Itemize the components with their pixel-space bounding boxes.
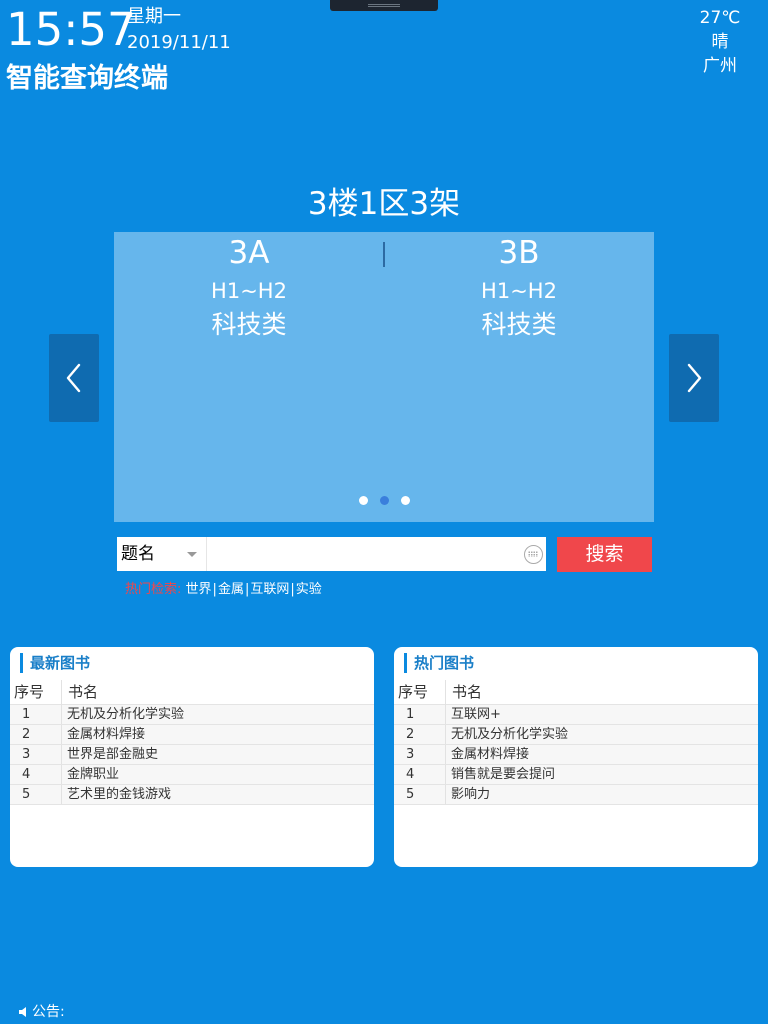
- date: 2019/11/11: [127, 32, 231, 53]
- column-header-name: 书名: [68, 683, 99, 701]
- search-input[interactable]: [206, 537, 546, 571]
- row-book-name: 艺术里的金钱游戏: [61, 784, 374, 805]
- row-book-name: 销售就是要会提问: [445, 764, 758, 785]
- weather-city: 广州: [703, 56, 737, 76]
- shelf-category: 科技类: [211, 310, 287, 339]
- carousel-pagination: [114, 496, 654, 505]
- shelf-code: 3B: [498, 235, 540, 271]
- weather-widget: 27℃ 晴 广州: [690, 6, 750, 78]
- row-book-name: 金属材料焊接: [61, 724, 374, 745]
- table-row[interactable]: 3 世界是部金融史: [10, 744, 374, 765]
- table-row[interactable]: 5 艺术里的金钱游戏: [10, 784, 374, 805]
- shelf-code: 3A: [228, 235, 270, 271]
- chevron-left-icon: [66, 363, 81, 393]
- row-book-name: 无机及分析化学实验: [445, 724, 758, 745]
- hot-search-label: 热门检索:: [125, 582, 182, 597]
- hot-search-term[interactable]: 实验: [296, 582, 322, 597]
- hot-search-separator: |: [290, 582, 295, 597]
- hot-search-term[interactable]: 世界: [186, 582, 212, 597]
- row-book-name: 无机及分析化学实验: [61, 704, 374, 725]
- hot-books-table: 序号 书名 1 互联网+ 2 无机及分析化学实验 3 金属材料焊接 4 销售就是…: [394, 680, 758, 805]
- column-header-no: 序号: [394, 680, 446, 705]
- app-title: 智能查询终端: [6, 63, 168, 94]
- search-type-value: 题名: [121, 544, 155, 564]
- caret-down-icon: [187, 552, 197, 557]
- hot-books-panel: 热门图书 序号 书名 1 互联网+ 2 无机及分析化学实验 3 金属材料焊接 4…: [394, 647, 758, 867]
- row-no: 5: [10, 784, 62, 805]
- row-no: 4: [10, 764, 62, 785]
- row-book-name: 世界是部金融史: [61, 744, 374, 765]
- row-no: 2: [394, 724, 446, 745]
- hot-search-term[interactable]: 互联网: [250, 582, 289, 597]
- row-no: 5: [394, 784, 446, 805]
- weather-condition: 晴: [711, 32, 729, 52]
- notice-label: 公告:: [32, 1004, 65, 1020]
- table-row[interactable]: 1 无机及分析化学实验: [10, 704, 374, 725]
- top-handle: [330, 0, 438, 11]
- panel-title: 最新图书: [20, 653, 90, 673]
- carousel-dot[interactable]: [358, 496, 368, 505]
- carousel-prev-button[interactable]: [49, 334, 99, 422]
- row-no: 2: [10, 724, 62, 745]
- shelf-carousel[interactable]: 3A H1~H2 科技类 3B H1~H2 科技类: [114, 232, 654, 522]
- table-row[interactable]: 5 影响力: [394, 784, 758, 805]
- search-button[interactable]: 搜索: [557, 537, 652, 572]
- table-row[interactable]: 3 金属材料焊接: [394, 744, 758, 765]
- shelf-card-3a: 3A H1~H2 科技类: [114, 232, 384, 342]
- row-no: 1: [394, 704, 446, 725]
- carousel-dot[interactable]: [400, 496, 410, 505]
- speaker-icon: [19, 1007, 26, 1017]
- table-header-row: 序号 书名: [394, 680, 758, 705]
- table-row[interactable]: 2 金属材料焊接: [10, 724, 374, 745]
- row-book-name: 金属材料焊接: [445, 744, 758, 765]
- shelf-range: H1~H2: [481, 279, 557, 303]
- row-book-name: 金牌职业: [61, 764, 374, 785]
- latest-books-table: 序号 书名 1 无机及分析化学实验 2 金属材料焊接 3 世界是部金融史 4 金…: [10, 680, 374, 805]
- carousel-next-button[interactable]: [669, 334, 719, 422]
- weekday: 星期一: [127, 6, 181, 27]
- hot-search-term[interactable]: 金属: [218, 582, 244, 597]
- keyboard-icon[interactable]: [524, 545, 543, 564]
- search-type-select[interactable]: 题名: [117, 537, 206, 571]
- shelf-category: 科技类: [481, 310, 557, 339]
- hot-search-separator: |: [212, 582, 217, 597]
- latest-books-panel: 最新图书 序号 书名 1 无机及分析化学实验 2 金属材料焊接 3 世界是部金融…: [10, 647, 374, 867]
- table-row[interactable]: 2 无机及分析化学实验: [394, 724, 758, 745]
- chevron-right-icon: [687, 363, 702, 393]
- hot-search: 热门检索: 世界|金属|互联网|实验: [125, 581, 322, 599]
- hot-search-separator: |: [244, 582, 250, 597]
- panel-title: 热门图书: [404, 653, 474, 673]
- row-no: 1: [10, 704, 62, 725]
- table-row[interactable]: 1 互联网+: [394, 704, 758, 725]
- weather-temperature: 27℃: [699, 8, 741, 28]
- row-book-name: 影响力: [445, 784, 758, 805]
- row-no: 4: [394, 764, 446, 785]
- shelf-card-3b: 3B H1~H2 科技类: [384, 232, 654, 342]
- carousel-dot-active[interactable]: [379, 496, 389, 505]
- clock-time: 15:57: [6, 3, 136, 56]
- column-header-no: 序号: [10, 680, 62, 705]
- row-no: 3: [10, 744, 62, 765]
- column-header-name: 书名: [452, 683, 483, 701]
- table-row[interactable]: 4 销售就是要会提问: [394, 764, 758, 785]
- table-header-row: 序号 书名: [10, 680, 374, 705]
- row-book-name: 互联网+: [445, 704, 758, 725]
- table-row[interactable]: 4 金牌职业: [10, 764, 374, 785]
- shelf-range: H1~H2: [211, 279, 287, 303]
- row-no: 3: [394, 744, 446, 765]
- location-title: 3楼1区3架: [307, 186, 461, 222]
- notice-bar: 公告:: [18, 1003, 65, 1021]
